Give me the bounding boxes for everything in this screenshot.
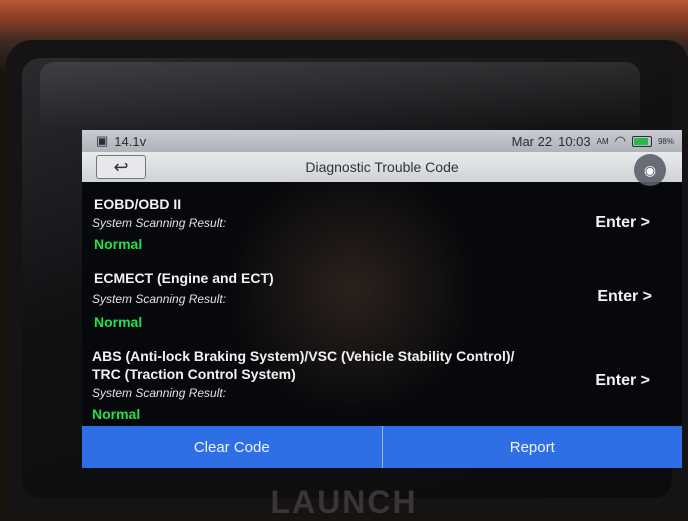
status-badge: Normal bbox=[94, 314, 143, 330]
status-bar: ▣ 14.1v Mar 22 10:03 AM ◠ 98% bbox=[82, 130, 682, 152]
date-readout: Mar 22 bbox=[511, 133, 553, 149]
glass-glare bbox=[40, 62, 640, 132]
system-result-label: System Scanning Result: bbox=[92, 216, 227, 230]
voltage-readout: 14.1v bbox=[114, 133, 147, 149]
system-result-label: System Scanning Result: bbox=[92, 386, 227, 400]
device-screen: ▣ 14.1v Mar 22 10:03 AM ◠ 98% ↩ Diagnost… bbox=[82, 130, 682, 468]
action-bar: Clear Code Report bbox=[82, 426, 682, 468]
enter-button[interactable]: Enter > bbox=[597, 288, 652, 306]
time-readout: 10:03 bbox=[558, 133, 591, 149]
system-name: ECMECT (Engine and ECT) bbox=[94, 270, 274, 286]
system-name: EOBD/OBD II bbox=[94, 196, 182, 212]
screenshot-button[interactable]: ◉ bbox=[634, 154, 666, 186]
system-result-label: System Scanning Result: bbox=[92, 292, 227, 306]
enter-button[interactable]: Enter > bbox=[595, 372, 650, 390]
battery-percent: 98% bbox=[657, 136, 674, 146]
battery-icon bbox=[631, 135, 652, 147]
clear-code-button[interactable]: Clear Code bbox=[82, 426, 382, 468]
list-item[interactable]: ECMECT (Engine and ECT) System Scanning … bbox=[82, 268, 682, 332]
status-badge: Normal bbox=[92, 406, 141, 422]
page-title: Diagnostic Trouble Code bbox=[305, 159, 459, 175]
system-name-line-2: TRC (Traction Control System) bbox=[92, 366, 296, 382]
brand-logo: LAUNCH bbox=[270, 484, 418, 520]
title-bar: ↩ Diagnostic Trouble Code ◉ bbox=[82, 152, 682, 186]
system-name-line-1: ABS (Anti-lock Braking System)/VSC (Vehi… bbox=[92, 348, 515, 364]
list-item[interactable]: EOBD/OBD II System Scanning Result: Norm… bbox=[82, 190, 682, 254]
vehicle-icon: ▣ bbox=[96, 133, 109, 148]
report-button[interactable]: Report bbox=[381, 426, 682, 468]
camera-icon: ◉ bbox=[643, 161, 657, 178]
status-badge: Normal bbox=[94, 236, 143, 252]
wifi-icon: ◠ bbox=[614, 133, 626, 148]
ampm-readout: AM bbox=[596, 136, 609, 146]
list-item[interactable]: ABS (Anti-lock Braking System)/VSC (Vehi… bbox=[82, 344, 682, 424]
enter-button[interactable]: Enter > bbox=[595, 214, 650, 232]
